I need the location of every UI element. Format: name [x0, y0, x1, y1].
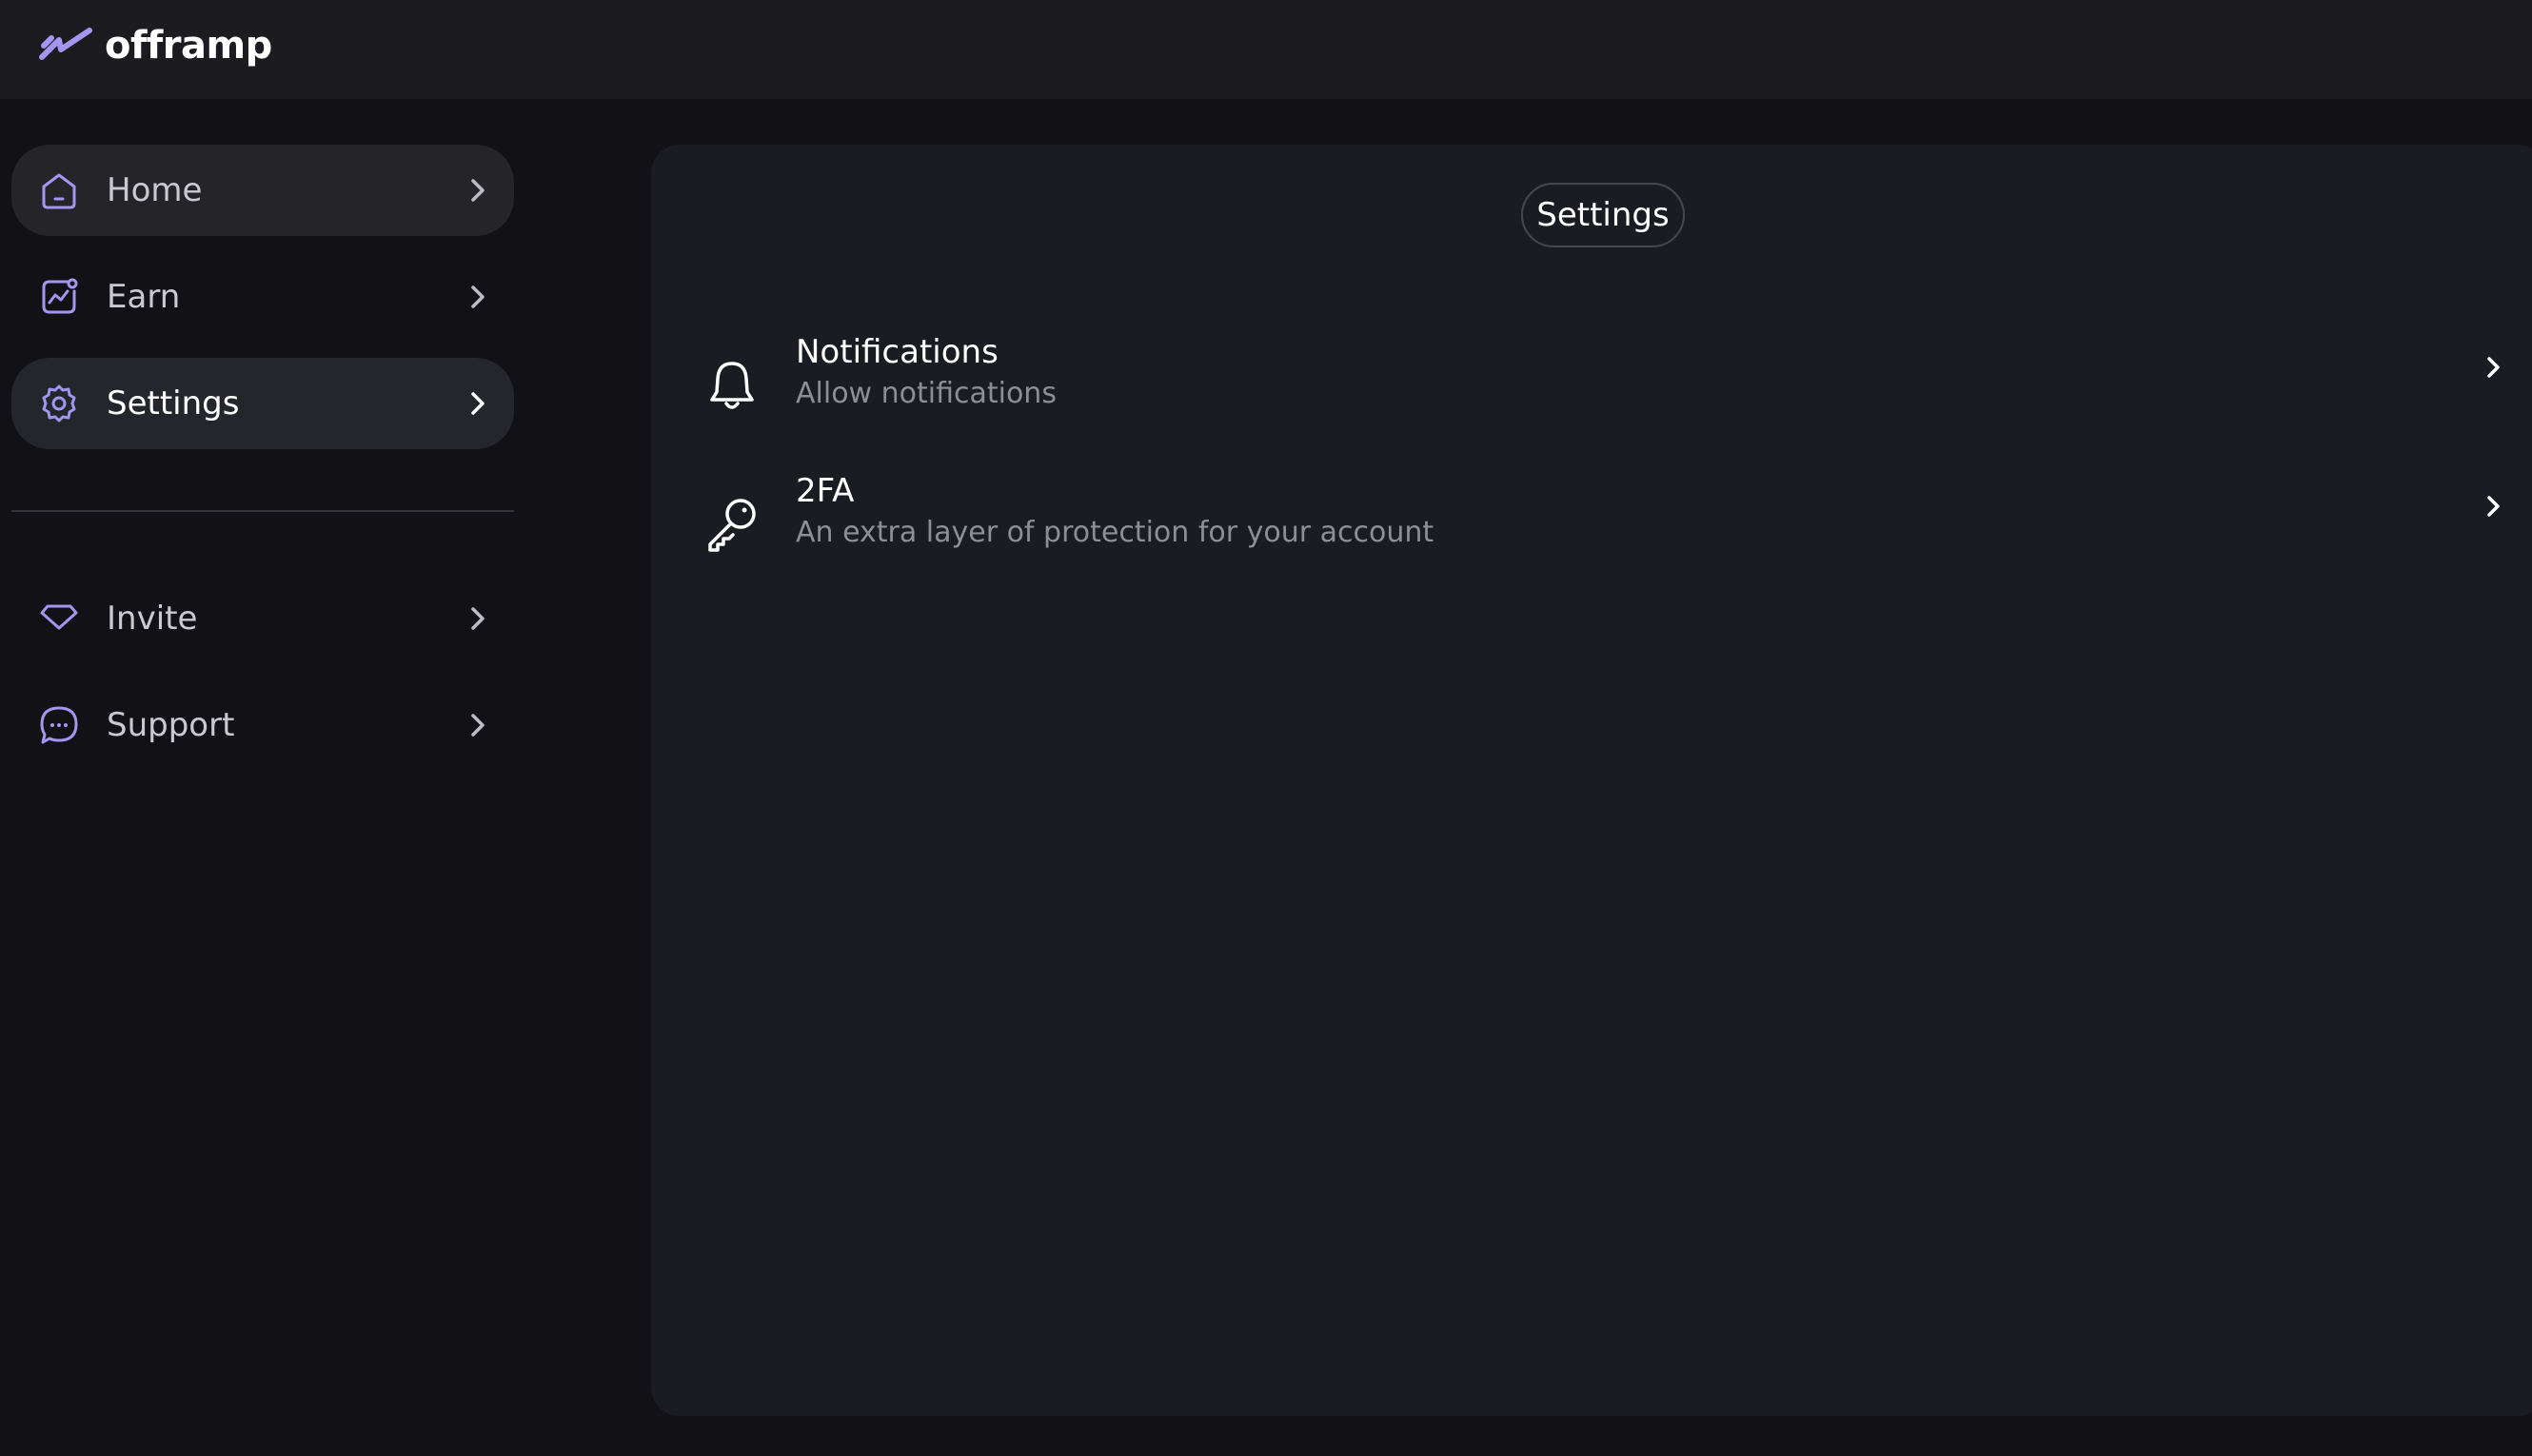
- settings-panel: Settings Notifications Allow notificatio…: [651, 145, 2532, 1416]
- chevron-right-icon: [459, 171, 497, 209]
- diamond-icon: [38, 598, 80, 639]
- settings-row-notifications[interactable]: Notifications Allow notifications: [689, 331, 2500, 445]
- chevron-right-icon: [459, 384, 497, 423]
- logo[interactable]: offramp: [38, 19, 272, 72]
- row-subtitle: An extra layer of protection for your ac…: [796, 516, 1434, 549]
- sidebar-divider: [11, 510, 514, 512]
- chevron-right-icon: [2475, 487, 2513, 525]
- sidebar-item-label: Earn: [107, 278, 181, 316]
- sidebar-item-label: Support: [107, 706, 235, 744]
- bell-icon: [702, 356, 762, 415]
- sidebar-item-support[interactable]: Support: [11, 679, 514, 771]
- sidebar-item-home[interactable]: Home: [11, 145, 514, 236]
- sidebar-item-earn[interactable]: Earn: [11, 251, 514, 343]
- sidebar-item-label: Settings: [107, 384, 240, 423]
- chevron-right-icon: [459, 600, 497, 638]
- sidebar-item-invite[interactable]: Invite: [11, 573, 514, 664]
- gear-icon: [38, 383, 80, 424]
- logo-text: offramp: [105, 24, 272, 68]
- sidebar-item-settings[interactable]: Settings: [11, 358, 514, 449]
- sidebar-item-label: Home: [107, 171, 203, 209]
- row-subtitle: Allow notifications: [796, 377, 1057, 410]
- key-icon: [702, 495, 762, 554]
- logo-bolt-icon: [38, 25, 95, 67]
- sidebar-item-label: Invite: [107, 600, 198, 638]
- page-title: Settings: [1521, 183, 1685, 247]
- chat-bubble-icon: [38, 704, 80, 746]
- chevron-right-icon: [459, 278, 497, 316]
- sidebar: Home Earn Settings Invite Support: [0, 99, 533, 1456]
- chevron-right-icon: [2475, 348, 2513, 386]
- chart-icon: [38, 276, 80, 318]
- home-icon: [38, 169, 80, 211]
- chevron-right-icon: [459, 706, 497, 744]
- settings-row-2fa[interactable]: 2FA An extra layer of protection for you…: [689, 470, 2500, 584]
- row-title: 2FA: [796, 472, 855, 510]
- top-bar: offramp: [0, 0, 2532, 99]
- row-title: Notifications: [796, 333, 999, 371]
